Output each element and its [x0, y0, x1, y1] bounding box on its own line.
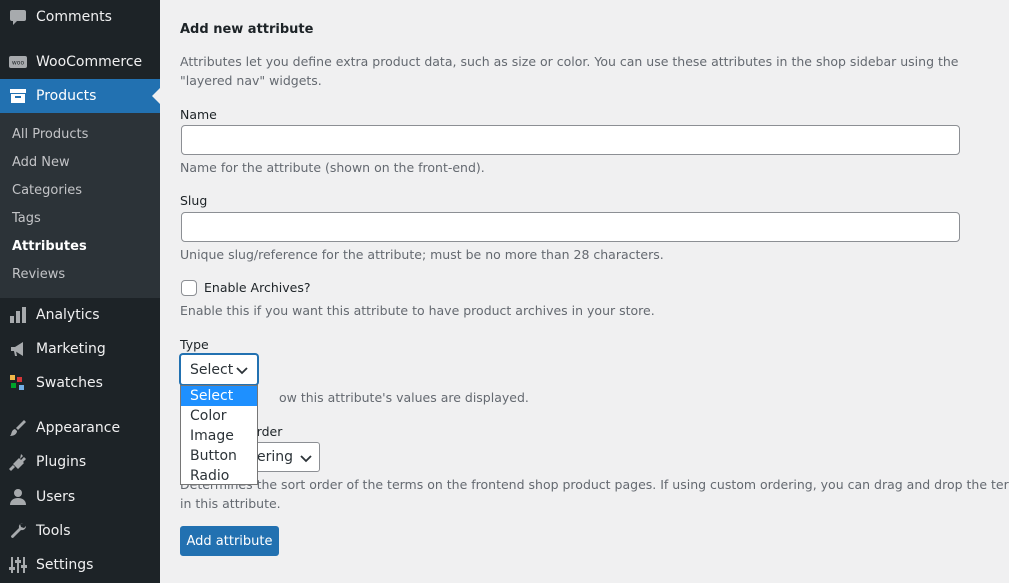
menu-item-marketing[interactable]: Marketing [0, 332, 160, 366]
chevron-down-icon [300, 455, 312, 463]
bar-chart-icon [0, 305, 36, 325]
archives-help: Enable this if you want this attribute t… [180, 303, 655, 318]
slug-help: Unique slug/reference for the attribute;… [180, 247, 664, 262]
menu-label: Tools [36, 523, 71, 539]
menu-item-woocommerce[interactable]: woo WooCommerce [0, 45, 160, 79]
menu-item-tools[interactable]: Tools [0, 514, 160, 548]
type-option-select[interactable]: Select [181, 386, 257, 406]
submenu-item-all-products[interactable]: All Products [12, 127, 88, 142]
menu-label: Analytics [36, 307, 100, 323]
form-title: Add new attribute [180, 22, 314, 37]
name-label: Name [180, 107, 217, 122]
enable-archives-label: Enable Archives? [204, 280, 311, 295]
menu-label: Users [36, 489, 76, 505]
menu-item-products[interactable]: Products [0, 79, 160, 113]
submenu-item-reviews[interactable]: Reviews [12, 267, 65, 282]
menu-item-comments[interactable]: Comments [0, 0, 160, 34]
products-submenu: All Products Add New Categories Tags Att… [0, 113, 160, 298]
menu-label: Products [36, 88, 97, 104]
menu-label: Settings [36, 557, 94, 573]
menu-label: Plugins [36, 454, 87, 470]
type-option-button[interactable]: Button [181, 446, 257, 466]
type-label: Type [180, 337, 209, 352]
name-input[interactable] [181, 125, 960, 155]
menu-label: Appearance [36, 420, 121, 436]
menu-item-appearance[interactable]: Appearance [0, 411, 160, 445]
menu-item-users[interactable]: Users [0, 480, 160, 514]
wrench-icon [0, 521, 36, 541]
type-option-radio[interactable]: Radio [181, 466, 257, 486]
menu-item-swatches[interactable]: Swatches [0, 366, 160, 400]
woocommerce-icon: woo [0, 52, 36, 72]
submenu-item-categories[interactable]: Categories [12, 183, 82, 198]
type-select-value: Select [190, 361, 234, 378]
enable-archives-checkbox[interactable] [181, 280, 197, 296]
brush-icon [0, 418, 36, 438]
comment-icon [0, 7, 36, 27]
chevron-down-icon [236, 367, 248, 375]
slug-label: Slug [180, 193, 208, 208]
add-attribute-button[interactable]: Add attribute [180, 526, 279, 556]
menu-label: Marketing [36, 341, 106, 357]
swatches-icon [0, 373, 36, 393]
megaphone-icon [0, 339, 36, 359]
type-help: ow this attribute's values are displayed… [279, 390, 529, 405]
type-select[interactable]: Select [180, 354, 258, 385]
type-option-image[interactable]: Image [181, 426, 257, 446]
user-icon [0, 487, 36, 507]
menu-label: WooCommerce [36, 54, 143, 70]
slug-input[interactable] [181, 212, 960, 242]
submenu-item-add-new[interactable]: Add New [12, 155, 70, 170]
menu-label: Swatches [36, 375, 103, 391]
menu-item-plugins[interactable]: Plugins [0, 445, 160, 479]
menu-label: Comments [36, 9, 112, 25]
type-dropdown-list: Select Color Image Button Radio [180, 385, 258, 485]
name-help: Name for the attribute (shown on the fro… [180, 160, 485, 175]
svg-text:woo: woo [12, 60, 25, 67]
form-intro: Attributes let you define extra product … [180, 54, 959, 88]
type-option-color[interactable]: Color [181, 406, 257, 426]
admin-sidebar: Comments woo WooCommerce Products All Pr… [0, 0, 160, 583]
archive-icon [0, 86, 36, 106]
submenu-item-tags[interactable]: Tags [12, 211, 41, 226]
menu-item-settings[interactable]: Settings [0, 548, 160, 582]
order-help-line-1: Determines the sort order of the terms o… [180, 477, 1009, 492]
submenu-item-attributes[interactable]: Attributes [12, 239, 87, 254]
plug-icon [0, 452, 36, 472]
menu-item-analytics[interactable]: Analytics [0, 298, 160, 332]
order-help-line-2: in this attribute. [180, 496, 281, 511]
sliders-icon [0, 555, 36, 575]
